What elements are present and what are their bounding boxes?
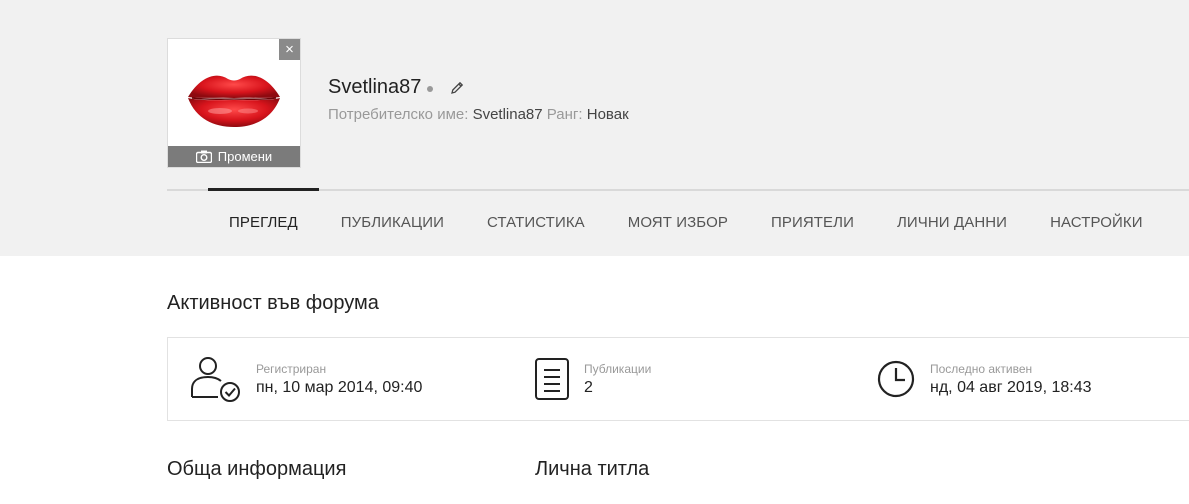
- tab-friends[interactable]: ПРИЯТЕЛИ: [771, 214, 854, 231]
- registered-label: Регистриран: [256, 361, 327, 376]
- activity-panel: Регистриран пн, 10 мар 2014, 09:40 Публи…: [167, 337, 1189, 421]
- pencil-icon[interactable]: [449, 80, 465, 96]
- username-value: Svetlina87: [472, 106, 543, 123]
- stat-posts: Публикации 2: [534, 338, 651, 420]
- posts-value: 2: [584, 378, 593, 396]
- last-active-label: Последно активен: [930, 361, 1033, 376]
- tab-statistics[interactable]: СТАТИСТИКА: [487, 214, 585, 231]
- clock-icon: [876, 359, 916, 399]
- camera-icon: [195, 150, 212, 163]
- stat-registered: Регистриран пн, 10 мар 2014, 09:40: [190, 338, 422, 420]
- rank-value: Новак: [586, 106, 629, 123]
- tab-settings[interactable]: НАСТРОЙКИ: [1050, 214, 1143, 231]
- avatar-remove-button[interactable]: ×: [279, 39, 300, 60]
- lips-image: [188, 75, 280, 127]
- tabs-divider: [167, 189, 1189, 191]
- user-check-icon: [190, 355, 242, 403]
- username-label: Потребителско име:: [328, 106, 469, 123]
- document-icon: [534, 357, 570, 401]
- last-active-value: нд, 04 авг 2019, 18:43: [930, 378, 1092, 396]
- general-info-title: Обща информация: [167, 458, 347, 480]
- posts-label: Публикации: [584, 361, 652, 376]
- username-row: Svetlina87: [328, 76, 465, 99]
- status-dot: [427, 86, 434, 92]
- avatar-change-label: Промени: [217, 149, 273, 164]
- tab-personal-data[interactable]: ЛИЧНИ ДАННИ: [897, 214, 1007, 231]
- tab-overview[interactable]: ПРЕГЛЕД: [229, 214, 298, 231]
- tab-my-choice[interactable]: МОЯТ ИЗБОР: [628, 214, 728, 231]
- activity-title: Активност във форума: [167, 292, 379, 314]
- stat-last-active: Последно активен нд, 04 авг 2019, 18:43: [876, 338, 1092, 420]
- rank-label: Ранг:: [546, 106, 583, 123]
- tab-publications[interactable]: ПУБЛИКАЦИИ: [341, 214, 444, 231]
- user-meta: Потребителско име: Svetlina87 Ранг: Нова…: [328, 106, 629, 123]
- registered-value: пн, 10 мар 2014, 09:40: [256, 378, 423, 396]
- active-tab-indicator: [208, 188, 319, 191]
- avatar[interactable]: × Промени: [167, 38, 301, 168]
- profile-tabs: ПРЕГЛЕД ПУБЛИКАЦИИ СТАТИСТИКА МОЯТ ИЗБОР…: [229, 214, 1186, 231]
- personal-title-heading: Лична титла: [535, 458, 650, 480]
- username: Svetlina87: [328, 76, 422, 98]
- avatar-change-button[interactable]: Промени: [168, 146, 300, 167]
